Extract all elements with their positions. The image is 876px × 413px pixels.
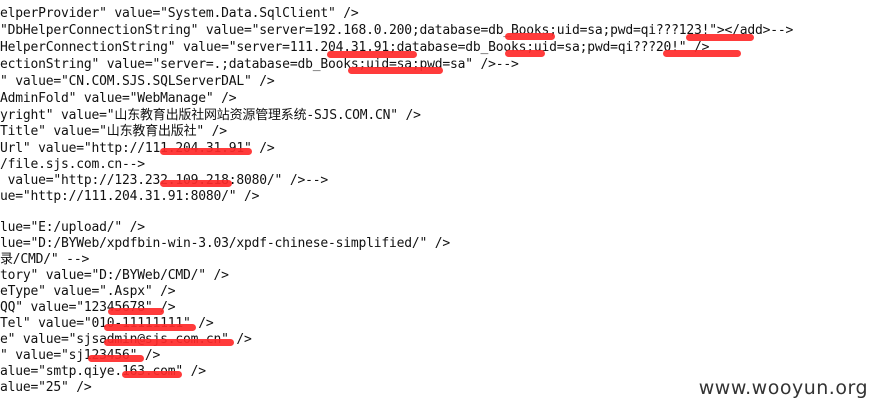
config-line-24: alue="25" /> [0,380,92,395]
screenshot-page: elperProvider" value="System.Data.SqlCli… [0,0,876,413]
wooyun-watermark: www.wooyun.org [698,377,868,399]
redaction-mark [108,308,164,315]
config-line-5: " value="CN.COM.SJS.SQLServerDAL" /> [0,74,275,89]
redaction-mark [104,324,196,331]
redaction-mark [122,371,182,378]
config-line-17: tory" value="D:/BYWeb/CMD/" /> [0,268,229,283]
config-line-10: /file.sjs.com.cn--> [0,157,145,172]
redaction-mark [686,34,754,41]
redaction-mark [663,50,741,57]
config-line-1: elperProvider" value="System.Data.SqlCli… [0,6,359,21]
config-line-2: "DbHelperConnectionString" value="server… [0,23,794,38]
config-line-15: lue="D:/BYWeb/xpdfbin-win-3.03/xpdf-chin… [0,236,450,251]
config-line-6: AdminFold" value="WebManage" /> [0,91,237,106]
redaction-mark [104,339,234,346]
redaction-mark [160,180,232,187]
redaction-mark [505,50,545,57]
redaction-mark [327,51,417,58]
redaction-mark [348,67,443,74]
config-line-8: Title" value="山东教育出版社" /> [0,124,227,139]
config-line-7: yright" value="山东教育出版社网站资源管理系统-SJS.COM.C… [0,108,421,123]
config-line-14: lue="E:/upload/" /> [0,220,145,235]
redaction-mark [88,355,144,362]
config-line-18: eType" value=".Aspx" /> [0,284,176,299]
redaction-mark [160,148,252,155]
config-line-16: 录/CMD/" --> [0,252,90,267]
redaction-mark [505,33,555,40]
config-line-12: ue="http://111.204.31.91:8080/" /> [0,189,260,204]
